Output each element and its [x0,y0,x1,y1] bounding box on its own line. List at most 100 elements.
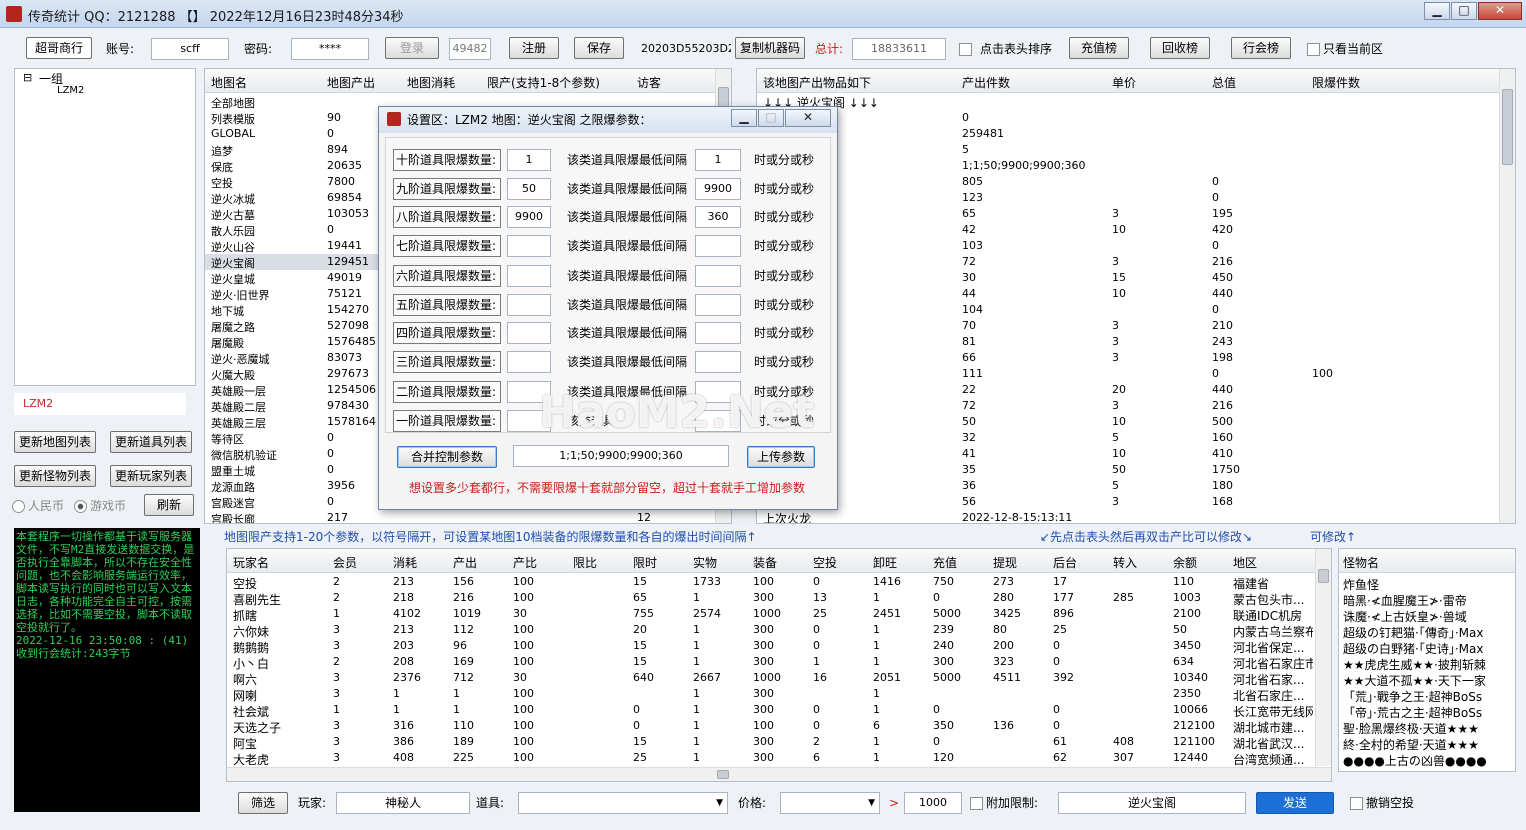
col-item-name[interactable]: 该地图产出物品如下 [763,74,871,91]
guild-rank-button[interactable]: 行会榜 [1231,37,1291,59]
save-button[interactable]: 保存 [574,37,624,59]
tier-count-input[interactable] [507,351,551,373]
tier-interval-input[interactable] [695,265,741,287]
dialog-minimize-button[interactable]: ▁ [731,109,757,127]
table-row[interactable]: 喜剧先生 2 218 216 100 65 1 300 13 1 0 280 177 285 1003 蒙古包… [227,590,1315,606]
player-col-header[interactable]: 后台 [1053,554,1077,571]
table-row[interactable]: 35 50 1750 [757,462,1499,478]
merged-params-field[interactable]: 1;1;50;9900;9900;360 [513,445,729,467]
table-row[interactable]: 72 3 216 [757,398,1499,414]
tier-interval-input[interactable]: 1 [695,149,741,171]
table-row[interactable]: 259481 [757,126,1499,142]
list-item[interactable]: 「帝」·荒古之主·超神BoSs [1343,704,1513,721]
list-item[interactable]: 超级の钉耙猫·「傳奇」·Max [1343,624,1513,641]
radio-rmb[interactable] [12,500,25,513]
table-row[interactable]: 32 5 160 [757,430,1499,446]
minimize-button[interactable]: ▁ [1424,2,1450,20]
recycle-rank-button[interactable]: 回收榜 [1150,37,1210,59]
update-item-button[interactable]: 更新道具列表 [110,431,192,453]
extra-limit-checkbox[interactable] [970,797,983,810]
tier-count-input[interactable]: 1 [507,149,551,171]
merge-params-button[interactable]: 合并控制参数 [397,446,497,468]
table-row[interactable]: 50 10 500 [757,414,1499,430]
player-col-header[interactable]: 充值 [933,554,957,571]
cancel-airdrop-checkbox[interactable] [1350,797,1363,810]
login-button[interactable]: 登录 [385,37,439,59]
col-total[interactable]: 总值 [1212,74,1236,91]
player-col-header[interactable]: 空投 [813,554,837,571]
table-row[interactable]: 22 20 440 [757,382,1499,398]
list-item[interactable]: 诛魔·≮上古妖皇≯·兽域 [1343,608,1513,625]
table-row[interactable]: 大老虎 3 408 225 100 25 1 300 6 1 120 62 307 12440 台湾宽频通.… [227,750,1315,766]
col-unit-price[interactable]: 单价 [1112,74,1136,91]
player-input[interactable]: 神秘人 [336,792,470,814]
register-button[interactable]: 注册 [509,37,559,59]
table-row[interactable]: 2022-12-8-15:13:11 [757,510,1499,523]
current-zone-checkbox[interactable] [1307,43,1320,56]
update-monster-button[interactable]: 更新怪物列表 [14,465,96,487]
copy-machine-code-button[interactable]: 复制机器码 [735,37,805,59]
tier-count-input[interactable] [507,294,551,316]
player-col-header[interactable]: 转入 [1113,554,1137,571]
threshold-input[interactable]: 1000 [904,792,962,814]
password-input[interactable]: **** [291,38,369,60]
server-input[interactable]: LZM2 [14,393,186,415]
filter-button[interactable]: 筛选 [238,792,288,814]
dialog-close-button[interactable]: ✕ [785,109,831,127]
table-row[interactable]: 0 [757,110,1499,126]
table-row[interactable]: 鹅鹅鹅 3 203 96 100 15 1 300 0 1 240 200 0 3450 河北省保定... [227,638,1315,654]
player-grid-hscroll[interactable] [227,767,1331,781]
item-select[interactable]: ▼ [518,792,728,814]
tier-count-input[interactable] [507,235,551,257]
tier-interval-input[interactable] [695,322,741,344]
list-item[interactable]: 「荒」·戰争之王·超神BoSs [1343,688,1513,705]
player-col-header[interactable]: 产比 [513,554,537,571]
col-item-count[interactable]: 产出件数 [962,74,1010,91]
player-col-header[interactable]: 余额 [1173,554,1197,571]
player-col-header[interactable]: 地区 [1233,554,1257,571]
item-grid-scrollbar[interactable] [1499,69,1515,523]
close-button[interactable]: ✕ [1478,2,1522,20]
col-visitor[interactable]: 访客 [637,74,661,91]
table-row[interactable]: 41 10 410 [757,446,1499,462]
tier-interval-input[interactable]: 360 [695,206,741,228]
maximize-button[interactable]: □ [1451,2,1477,20]
table-row[interactable]: 抓瞎 1 4102 1019 30 755 2574 1000 25 2451 5000 3425 89… [227,606,1315,622]
tier-count-input[interactable] [507,265,551,287]
table-row[interactable]: 805 0 [757,174,1499,190]
table-row[interactable]: 70 3 210 [757,318,1499,334]
sort-checkbox[interactable] [959,43,972,56]
player-grid-scrollbar[interactable] [1315,549,1331,766]
list-item[interactable]: 超级の白野猪·「史诗」·Max [1343,640,1513,657]
table-row[interactable]: 44 10 440 [757,286,1499,302]
player-col-header[interactable]: 装备 [753,554,777,571]
table-row[interactable]: 103 0 [757,238,1499,254]
tier-interval-input[interactable] [695,410,741,432]
table-row[interactable]: 104 0 [757,302,1499,318]
table-row[interactable]: 56 3 168 [757,494,1499,510]
tier-count-input[interactable] [507,381,551,403]
list-item[interactable]: 聖·脸黑爆终极·天道★★★ [1343,720,1513,737]
player-col-header[interactable]: 卸旺 [873,554,897,571]
list-item[interactable]: 炸鱼怪 [1343,576,1513,593]
price-select[interactable]: ▼ [780,792,880,814]
list-item[interactable]: 暗黑·≮血腥魔王≯·雷帝 [1343,592,1513,609]
player-col-header[interactable]: 产出 [453,554,477,571]
table-row[interactable]: 111 0 100 [757,366,1499,382]
player-col-header[interactable]: 提现 [993,554,1017,571]
col-map-output[interactable]: 地图产出 [327,74,375,91]
tier-interval-input[interactable]: 9900 [695,178,741,200]
refresh-button[interactable]: 刷新 [144,494,194,516]
tier-count-input[interactable]: 9900 [507,206,551,228]
table-row[interactable]: 123 0 [757,190,1499,206]
table-row[interactable]: 宫殿长廊 217 12 [205,510,715,523]
player-col-header[interactable]: 会员 [333,554,357,571]
update-player-button[interactable]: 更新玩家列表 [110,465,192,487]
table-row[interactable]: 81 3 243 [757,334,1499,350]
tier-interval-input[interactable] [695,294,741,316]
table-row[interactable]: 66 3 198 [757,350,1499,366]
table-row[interactable]: 网喇 3 1 1 100 1 300 1 2350 北省石家庄... [227,686,1315,702]
tier-interval-input[interactable] [695,351,741,373]
col-limit[interactable]: 限产(支持1-8个参数) [487,74,600,91]
table-row[interactable]: 42 10 420 [757,222,1499,238]
